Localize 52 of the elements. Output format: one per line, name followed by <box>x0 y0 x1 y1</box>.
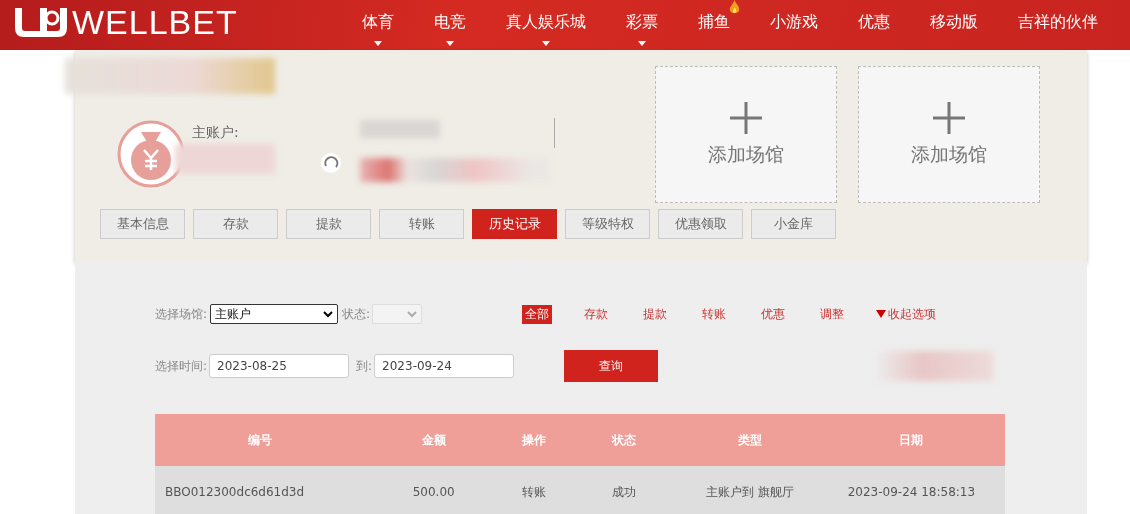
end-date-field[interactable]: 2023-09-24 <box>374 354 515 378</box>
type-filter-link[interactable]: 转账 <box>699 304 730 324</box>
logo-text[interactable]: WELLBET <box>72 4 238 40</box>
account-tab[interactable]: 提款 <box>286 209 371 239</box>
triangle-icon <box>876 310 887 318</box>
nav-link[interactable]: 吉祥的伙伴 <box>1018 0 1098 50</box>
column-header: 金额 <box>365 414 502 466</box>
column-header: 类型 <box>682 414 818 466</box>
account-tab[interactable]: 转账 <box>379 209 464 239</box>
table-cell: 成功 <box>566 466 683 514</box>
account-tab[interactable]: 存款 <box>193 209 278 239</box>
column-header: 状态 <box>566 414 683 466</box>
account-tab[interactable]: 优惠领取 <box>658 209 743 239</box>
column-header: 编号 <box>155 414 366 466</box>
chevron-icon <box>323 310 334 318</box>
refresh-icon[interactable] <box>320 152 342 174</box>
flame-icon <box>729 0 740 15</box>
table-cell: 2023-09-24 18:58:13 <box>817 466 1005 514</box>
query-button[interactable]: 查询 <box>564 350 659 382</box>
table-cell: BBO012300dc6d61d3d <box>155 466 366 514</box>
status-label: 状态: <box>342 305 371 323</box>
money-bag-icon <box>117 120 185 188</box>
venue-label: 选择场馆: <box>155 305 208 323</box>
time-label: 选择时间: <box>155 357 208 375</box>
plus-icon <box>933 101 965 134</box>
nav-link[interactable]: 优惠 <box>858 0 890 50</box>
start-date-field[interactable]: 2023-08-25 <box>209 354 350 378</box>
table-cell: 转账 <box>501 466 567 514</box>
column-header: 日期 <box>817 414 1005 466</box>
collapse-options-link[interactable]: 收起选项 <box>876 304 937 324</box>
account-label: 主账户: <box>192 124 239 142</box>
type-filter-link[interactable]: 存款 <box>581 304 612 324</box>
add-venue-button[interactable]: 添加场馆 <box>858 66 1040 203</box>
column-header: 操作 <box>501 414 567 466</box>
plus-icon <box>730 101 762 134</box>
account-tab[interactable]: 历史记录 <box>472 209 557 239</box>
account-tab[interactable]: 等级特权 <box>565 209 650 239</box>
type-filter-link[interactable]: 调整 <box>817 304 848 324</box>
type-filter-link[interactable]: 提款 <box>640 304 671 324</box>
add-venue-button[interactable]: 添加场馆 <box>655 66 837 203</box>
type-filter-link[interactable]: 优惠 <box>758 304 789 324</box>
chevron-icon <box>407 310 418 318</box>
nav-link[interactable]: 移动版 <box>930 0 978 50</box>
account-tab[interactable]: 小金库 <box>751 209 836 239</box>
to-label: 到: <box>356 357 373 375</box>
type-filter-link[interactable]: 全部 <box>522 304 553 324</box>
account-tab[interactable]: 基本信息 <box>100 209 185 239</box>
venue-select[interactable]: 主账户 <box>210 304 339 324</box>
nav-link[interactable]: 捕鱼 <box>698 0 740 50</box>
nav-link[interactable]: 小游戏 <box>770 0 818 50</box>
table-cell: 主账户到 旗舰厅 <box>682 466 818 514</box>
table-cell: 500.00 <box>365 466 502 514</box>
